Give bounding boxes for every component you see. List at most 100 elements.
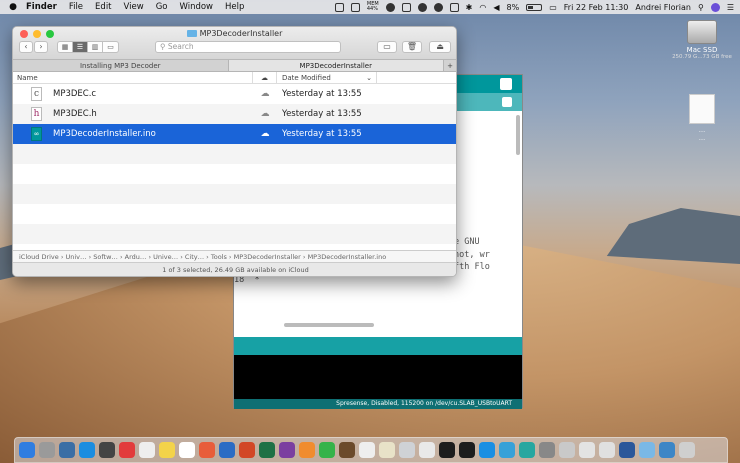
- desktop-disk[interactable]: Mac SSD 250.79 G...73 GB free: [672, 20, 732, 60]
- cloud-icon: ☁: [260, 89, 270, 99]
- menu-edit[interactable]: Edit: [95, 2, 111, 12]
- dock-app-icon[interactable]: [19, 442, 35, 458]
- console-output: [234, 355, 522, 399]
- tab-installing-mp3-decoder[interactable]: Installing MP3 Decoder: [13, 60, 229, 71]
- volume-icon[interactable]: ◀: [493, 3, 499, 12]
- dock-app-icon[interactable]: [459, 442, 475, 458]
- menu-file[interactable]: File: [69, 2, 83, 12]
- flag-icon[interactable]: ▭: [549, 3, 557, 12]
- clock[interactable]: Fri 22 Feb 11:30: [564, 3, 629, 12]
- dock-app-icon[interactable]: [359, 442, 375, 458]
- dock-app-icon[interactable]: [219, 442, 235, 458]
- dock-app-icon[interactable]: [599, 442, 615, 458]
- menu-view[interactable]: View: [124, 2, 144, 12]
- column-icloud-icon[interactable]: ☁: [253, 72, 277, 83]
- list-view-button[interactable]: ☰: [73, 42, 88, 52]
- dock-app-icon[interactable]: [439, 442, 455, 458]
- dock-app-icon[interactable]: [339, 442, 355, 458]
- bluetooth-icon[interactable]: ✱: [466, 3, 473, 12]
- dock-app-icon[interactable]: [299, 442, 315, 458]
- arduino-file-icon: ∞: [31, 127, 42, 141]
- dock-app-icon[interactable]: [259, 442, 275, 458]
- dock: [14, 437, 728, 463]
- column-view-button[interactable]: ▥: [88, 42, 103, 52]
- dock-app-icon[interactable]: [579, 442, 595, 458]
- flux-icon[interactable]: [350, 2, 360, 12]
- dock-app-icon[interactable]: [499, 442, 515, 458]
- dock-app-icon[interactable]: [279, 442, 295, 458]
- vpn-icon[interactable]: [433, 2, 443, 12]
- dock-app-icon[interactable]: [679, 442, 695, 458]
- gallery-view-button[interactable]: ▭: [103, 42, 118, 52]
- window-title: MP3DecoderInstaller: [13, 29, 456, 38]
- dock-app-icon[interactable]: [199, 442, 215, 458]
- desktop-file[interactable]: … …: [672, 94, 732, 142]
- dock-app-icon[interactable]: [539, 442, 555, 458]
- empty-row: [13, 144, 456, 164]
- dock-app-icon[interactable]: [399, 442, 415, 458]
- menu-window[interactable]: Window: [179, 2, 213, 12]
- dock-app-icon[interactable]: [159, 442, 175, 458]
- editor-vertical-scrollbar[interactable]: [516, 115, 520, 155]
- back-button[interactable]: ‹: [19, 41, 33, 53]
- dock-app-icon[interactable]: [379, 442, 395, 458]
- share-button[interactable]: ⏏: [429, 41, 451, 53]
- spotlight-icon[interactable]: ⚲: [698, 3, 704, 12]
- dock-app-icon[interactable]: [659, 442, 675, 458]
- file-row[interactable]: c MP3DEC.c ☁ Yesterday at 13:55: [13, 84, 456, 104]
- file-row-selected[interactable]: ∞ MP3DecoderInstaller.ino ☁ Yesterday at …: [13, 124, 456, 144]
- forward-button[interactable]: ›: [34, 41, 48, 53]
- menu-help[interactable]: Help: [225, 2, 244, 12]
- battery-percent[interactable]: 8%: [507, 3, 520, 12]
- editor-horizontal-scrollbar[interactable]: [284, 323, 374, 327]
- new-folder-button[interactable]: ▭: [377, 41, 397, 53]
- file-row[interactable]: h MP3DEC.h ☁ Yesterday at 13:55: [13, 104, 456, 124]
- wifi-icon[interactable]: ◠: [479, 3, 486, 12]
- column-date-modified[interactable]: Date Modified ⌄: [277, 72, 377, 83]
- dock-app-icon[interactable]: [239, 442, 255, 458]
- disk-name: Mac SSD: [686, 46, 718, 54]
- dock-app-icon[interactable]: [639, 442, 655, 458]
- tab-mp3decoderinstaller[interactable]: MP3DecoderInstaller: [228, 60, 444, 71]
- time-machine-icon[interactable]: [449, 2, 459, 12]
- sort-chevron-down-icon: ⌄: [366, 74, 372, 82]
- column-name[interactable]: Name: [13, 72, 253, 83]
- dock-app-icon[interactable]: [39, 442, 55, 458]
- menu-finder[interactable]: Finder: [26, 2, 57, 12]
- cpu-icon[interactable]: [385, 2, 395, 12]
- dock-app-icon[interactable]: [179, 442, 195, 458]
- dock-app-icon[interactable]: [139, 442, 155, 458]
- dock-app-icon[interactable]: [419, 442, 435, 458]
- search-icon: ⚲: [160, 42, 168, 51]
- icon-view-button[interactable]: ▦: [58, 42, 73, 52]
- dock-app-icon[interactable]: [479, 442, 495, 458]
- dock-app-icon[interactable]: [519, 442, 535, 458]
- empty-row: [13, 204, 456, 224]
- desktop-file-name: …: [698, 126, 706, 134]
- path-bar[interactable]: iCloud Drive › Univ… › Softw… › Ardu… › …: [13, 250, 456, 262]
- new-tab-button[interactable]: +: [444, 60, 456, 71]
- memory-indicator[interactable]: MEM 44%: [367, 2, 379, 12]
- notification-center-icon[interactable]: ☰: [727, 3, 734, 12]
- battery-icon[interactable]: [526, 3, 543, 11]
- dock-app-icon[interactable]: [59, 442, 75, 458]
- dock-app-icon[interactable]: [559, 442, 575, 458]
- apple-menu-icon[interactable]: ●: [6, 2, 20, 12]
- empty-row: [13, 164, 456, 184]
- dropbox-icon[interactable]: [401, 2, 411, 12]
- search-input[interactable]: ⚲ Search: [155, 41, 341, 53]
- dock-app-icon[interactable]: [99, 442, 115, 458]
- dock-app-icon[interactable]: [619, 442, 635, 458]
- camera-icon[interactable]: [334, 2, 344, 12]
- dock-app-icon[interactable]: [319, 442, 335, 458]
- siri-icon[interactable]: [710, 2, 720, 12]
- creative-cloud-icon[interactable]: [417, 2, 427, 12]
- dock-app-icon[interactable]: [119, 442, 135, 458]
- finder-titlebar: MP3DecoderInstaller ‹ › ▦ ☰ ▥ ▭ ⚲ Search…: [13, 27, 456, 60]
- dock-app-icon[interactable]: [79, 442, 95, 458]
- serial-monitor-icon[interactable]: [500, 78, 512, 90]
- user-name[interactable]: Andrei Florian: [635, 3, 691, 12]
- menu-go[interactable]: Go: [156, 2, 168, 12]
- trash-button[interactable]: 🗑: [402, 41, 422, 53]
- tab-menu-icon[interactable]: [502, 97, 512, 107]
